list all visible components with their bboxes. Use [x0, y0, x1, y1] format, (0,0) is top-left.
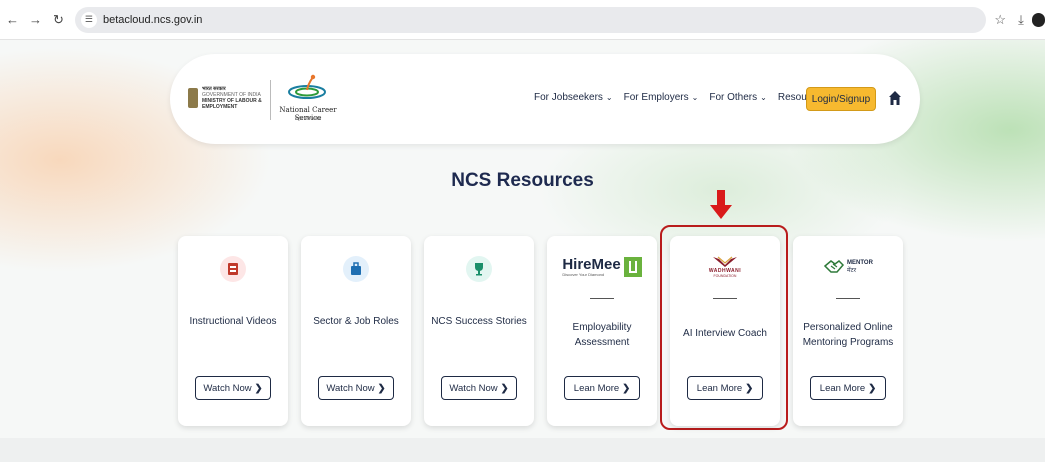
ministry-line-4: EMPLOYMENT [202, 104, 238, 110]
page-content: भारत सरकार GOVERNMENT OF INDIA MINISTRY … [0, 40, 1045, 462]
browser-toolbar: ← → ↻ ☰ betacloud.ncs.gov.in ☆ ⤓ [0, 0, 1045, 40]
red-arrow-annotation [710, 190, 732, 219]
resource-card-sector-job-roles[interactable]: Sector & Job Roles Watch Now ❯ [301, 236, 411, 426]
national-emblem-icon [188, 88, 198, 108]
learn-more-button[interactable]: Lean More ❯ [564, 376, 640, 400]
wadhwani-logo: WADHWANI FOUNDATION [670, 250, 780, 284]
card-title: Instructional Videos [189, 316, 277, 327]
watch-now-button[interactable]: Watch Now ❯ [441, 376, 517, 400]
forward-icon[interactable]: → [27, 11, 44, 29]
chevron-down-icon: ⌄ [605, 93, 613, 102]
card-divider [836, 298, 860, 299]
learn-more-button[interactable]: Lean More ❯ [687, 376, 763, 400]
chevron-down-icon: ⌄ [691, 93, 699, 102]
mentor-logo: MENTOR मेंटर [793, 250, 903, 284]
reload-icon[interactable]: ↻ [50, 11, 67, 29]
chevron-right-icon: ❯ [500, 382, 509, 394]
hiremee-logo: HireMee Discover Your Diamond [547, 250, 657, 284]
nav-for-others[interactable]: For Others ⌄ [709, 92, 767, 103]
card-title: Sector & Job Roles [313, 316, 399, 327]
address-bar[interactable]: ☰ betacloud.ncs.gov.in [74, 6, 987, 33]
chevron-right-icon: ❯ [745, 382, 754, 394]
back-icon[interactable]: ← [4, 11, 21, 29]
card-title: Employability Assessment [572, 322, 632, 348]
hiremee-mark-icon [623, 257, 642, 277]
section-title: NCS Resources [451, 170, 594, 191]
card-title: Personalized Online Mentoring Programs [802, 322, 894, 348]
resource-card-instructional-videos[interactable]: Instructional Videos Watch Now ❯ [178, 236, 288, 426]
resource-card-ncs-success-stories[interactable]: NCS Success Stories Watch Now ❯ [424, 236, 534, 426]
site-header: भारत सरकार GOVERNMENT OF INDIA MINISTRY … [170, 54, 920, 144]
wadhwani-mark-icon [713, 256, 737, 267]
watch-now-button[interactable]: Watch Now ❯ [195, 376, 271, 400]
hiremee-logo-text: HireMee [562, 256, 621, 273]
page-footer-band [0, 438, 1045, 462]
wadhwani-tagline: FOUNDATION [713, 274, 737, 278]
ncs-logo-subtext: राष्ट्रीय करियर सेवा [294, 116, 322, 121]
logo-divider [270, 80, 271, 120]
video-icon [220, 256, 246, 282]
resource-card-mentoring-programs[interactable]: MENTOR मेंटर Personalized Online Mentori… [793, 236, 903, 426]
resource-card-employability-assessment[interactable]: HireMee Discover Your Diamond Employabil… [547, 236, 657, 426]
ncs-logo-icon[interactable] [284, 74, 330, 102]
chevron-right-icon: ❯ [622, 382, 631, 394]
hiremee-tagline: Discover Your Diamond [562, 272, 605, 277]
download-icon[interactable]: ⤓ [1018, 12, 1024, 28]
mentor-tagline: मेंटर [847, 268, 857, 274]
nav-for-employers[interactable]: For Employers ⌄ [624, 92, 699, 103]
nav-for-jobseekers[interactable]: For Jobseekers ⌄ [534, 92, 613, 103]
url-text[interactable]: betacloud.ncs.gov.in [103, 14, 202, 26]
handshake-icon [823, 260, 845, 273]
site-info-icon[interactable]: ☰ [80, 11, 97, 28]
login-signup-button[interactable]: Login/Signup [806, 87, 876, 111]
bookmark-star-icon[interactable]: ☆ [994, 12, 1006, 28]
main-nav: For Jobseekers ⌄ For Employers ⌄ For Other… [534, 92, 846, 103]
profile-avatar[interactable] [1031, 12, 1045, 27]
card-divider [713, 298, 737, 299]
ministry-logo-text: भारत सरकार GOVERNMENT OF INDIA MINISTRY … [202, 86, 272, 110]
trophy-icon [466, 256, 492, 282]
briefcase-icon [343, 256, 369, 282]
chevron-right-icon: ❯ [868, 382, 877, 394]
home-icon[interactable] [888, 90, 902, 106]
watch-now-button[interactable]: Watch Now ❯ [318, 376, 394, 400]
chevron-down-icon: ⌄ [760, 93, 767, 102]
card-divider [590, 298, 614, 299]
chevron-right-icon: ❯ [254, 382, 263, 394]
card-title: AI Interview Coach [683, 328, 767, 339]
resource-card-ai-interview-coach[interactable]: WADHWANI FOUNDATION AI Interview Coach L… [670, 236, 780, 426]
card-title: NCS Success Stories [431, 316, 527, 327]
chevron-right-icon: ❯ [377, 382, 386, 394]
learn-more-button[interactable]: Lean More ❯ [810, 376, 886, 400]
